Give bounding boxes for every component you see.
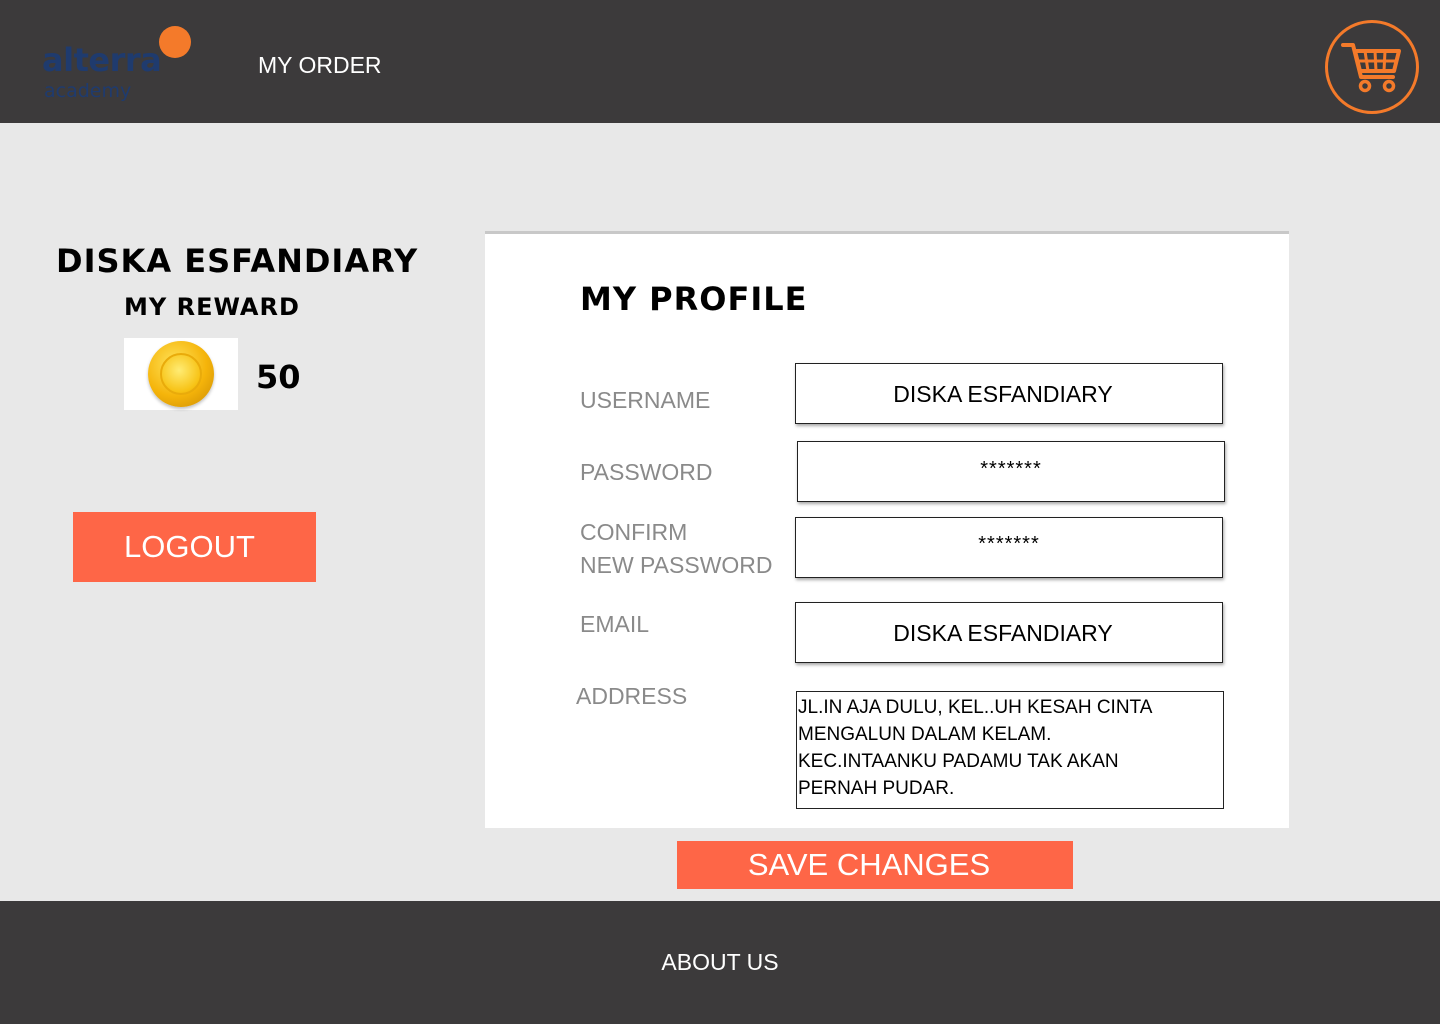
reward-title: MY REWARD	[124, 293, 300, 321]
address-line: JL.IN AJA DULU, KEL..UH KESAH CINTA	[798, 697, 1153, 718]
username-field[interactable]: DISKA ESFANDIARY	[795, 363, 1223, 424]
reward-points-value: 50	[256, 358, 301, 396]
confirm-label-line2: NEW PASSWORD	[580, 552, 773, 578]
email-field[interactable]: DISKA ESFANDIARY	[795, 602, 1223, 663]
alterra-academy-logo[interactable]: alterra academy	[40, 24, 200, 108]
confirm-password-label: CONFIRM NEW PASSWORD	[580, 516, 773, 582]
logo-wordmark: alterra	[42, 41, 162, 79]
confirm-label-line1: CONFIRM	[580, 519, 688, 545]
coin-inner-face	[160, 353, 202, 395]
cart-button[interactable]	[1325, 20, 1419, 114]
address-line: MENGALUN DALAM KELAM.	[798, 724, 1052, 745]
confirm-password-value: *******	[978, 533, 1040, 555]
footer: ABOUT US	[0, 901, 1440, 1024]
confirm-password-field[interactable]: *******	[795, 517, 1223, 578]
email-label: EMAIL	[580, 611, 650, 637]
profile-card: MY PROFILE USERNAME DISKA ESFANDIARY PAS…	[485, 231, 1289, 828]
save-changes-button[interactable]: SAVE CHANGES	[677, 841, 1073, 889]
logo-subtext: academy	[44, 80, 132, 102]
username-label: USERNAME	[580, 387, 711, 413]
shopping-cart-icon	[1341, 43, 1401, 93]
footer-about-us-link[interactable]: ABOUT US	[0, 949, 1440, 976]
top-navbar: alterra academy MY ORDER	[0, 0, 1440, 123]
nav-my-order[interactable]: MY ORDER	[258, 52, 382, 79]
profile-user-name: DISKA ESFANDIARY	[56, 242, 419, 280]
address-label: ADDRESS	[576, 683, 688, 709]
logo-dot	[159, 26, 191, 58]
password-field[interactable]: *******	[797, 441, 1225, 502]
address-line: PERNAH PUDAR.	[798, 778, 955, 799]
password-value: *******	[980, 458, 1042, 480]
password-label: PASSWORD	[580, 459, 713, 485]
logout-button[interactable]: LOGOUT	[73, 512, 316, 582]
card-title: MY PROFILE	[580, 280, 808, 318]
gold-coin-icon	[148, 341, 214, 407]
email-value: DISKA ESFANDIARY	[893, 620, 1113, 646]
username-value: DISKA ESFANDIARY	[893, 381, 1113, 407]
reward-coin-box	[124, 338, 238, 410]
address-line: KEC.INTAANKU PADAMU TAK AKAN	[798, 751, 1119, 772]
address-textarea[interactable]: JL.IN AJA DULU, KEL..UH KESAH CINTA MENG…	[796, 691, 1224, 809]
